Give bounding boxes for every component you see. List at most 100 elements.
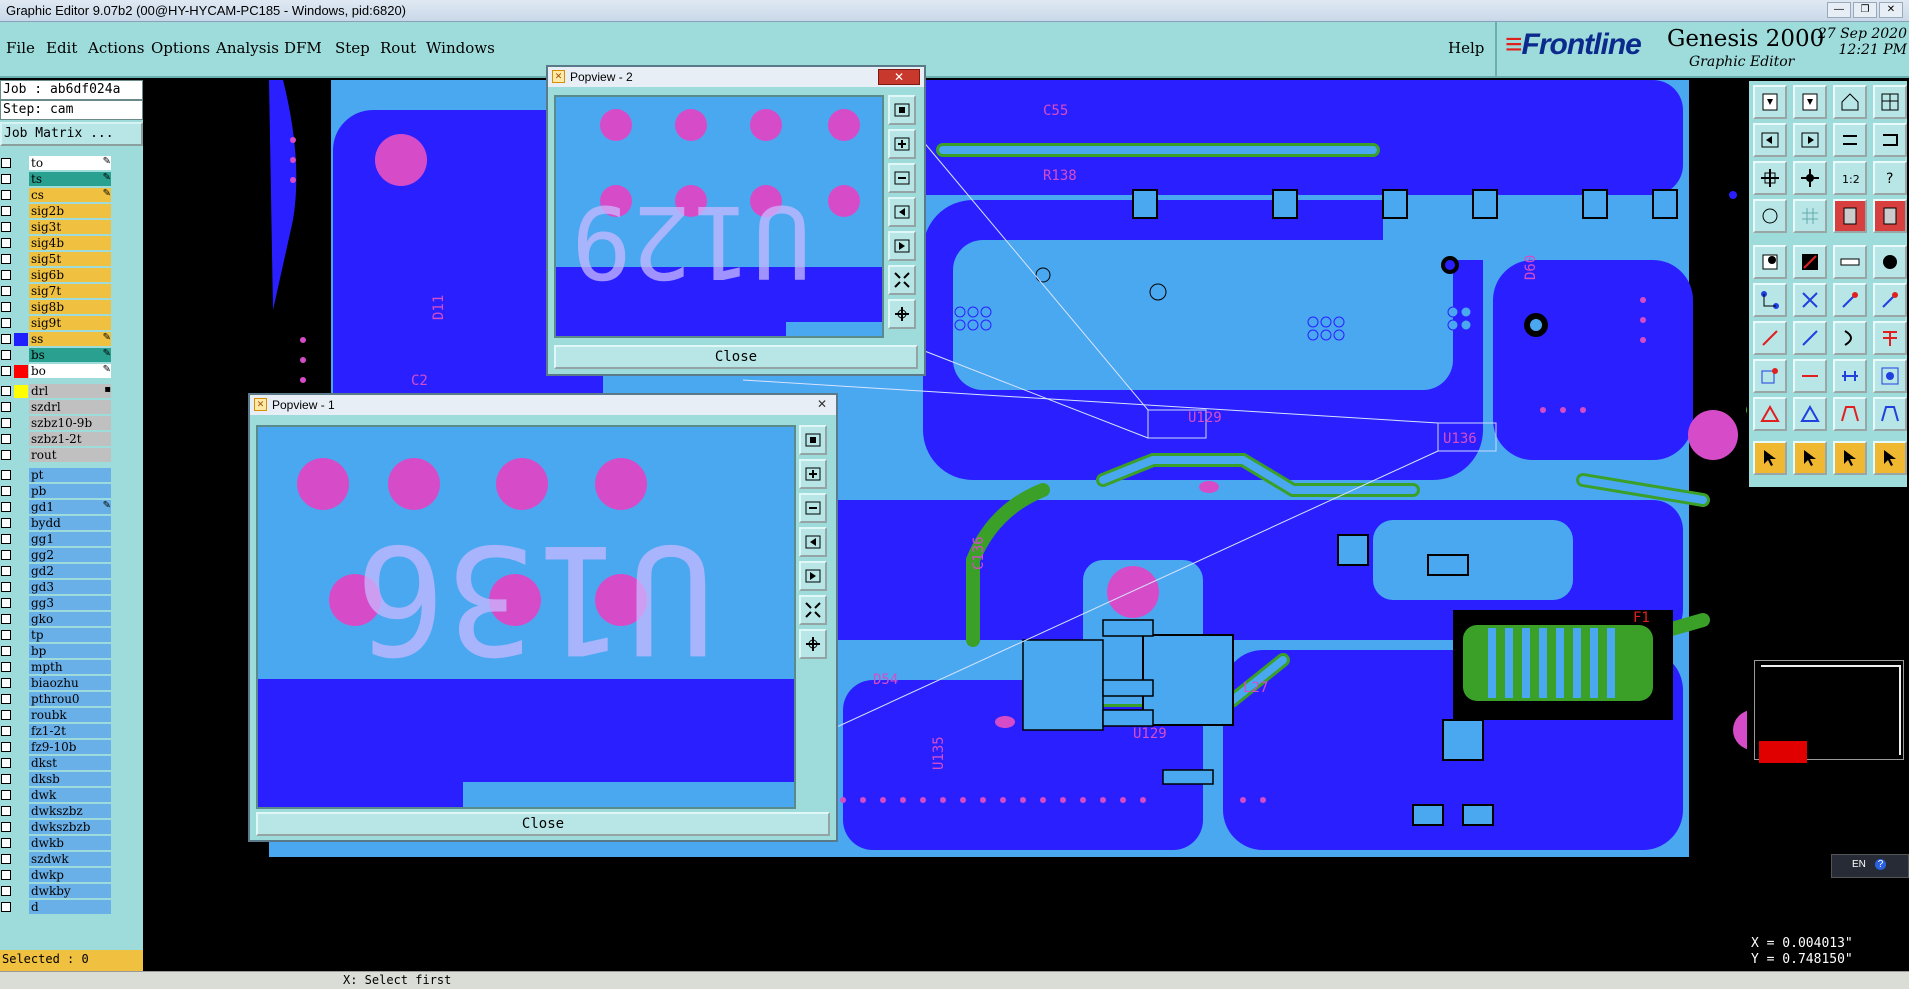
layer-color-swatch[interactable] [14,189,28,202]
menu-options[interactable]: Options [151,39,210,57]
layer-name[interactable]: ts [29,172,111,186]
layer-color-swatch[interactable] [14,517,28,530]
job-matrix-button[interactable]: Job Matrix ... [0,122,143,146]
minimize-button[interactable]: — [1827,2,1851,18]
overview-view-rect[interactable] [1759,741,1807,763]
layer-name[interactable]: gg2 [29,548,111,562]
menu-analysis[interactable]: Analysis [216,39,279,57]
layer-name[interactable]: roubk [29,708,111,722]
tool-select-2[interactable] [1793,441,1827,475]
tool-next-layer[interactable] [1793,123,1827,157]
layer-checkbox[interactable] [1,302,11,312]
layer-checkbox[interactable] [1,254,11,264]
layer-name[interactable]: dwkszbz [29,804,111,818]
layer-name[interactable]: dwk [29,788,111,802]
layer-row[interactable]: rout [0,448,113,463]
layer-row[interactable]: sig2b [0,204,113,219]
layer-checkbox[interactable] [1,450,11,460]
step-field[interactable]: Step: cam [0,100,143,120]
layer-name[interactable]: pb [29,484,111,498]
layer-row[interactable]: to ✎ [0,156,113,171]
layer-checkbox[interactable] [1,334,11,344]
layer-row[interactable]: dkst [0,756,113,771]
layer-row[interactable]: dwk [0,788,113,803]
pv2-tool-2[interactable] [888,129,916,159]
tool-select-3[interactable] [1833,441,1867,475]
pv1-tool-4[interactable] [799,527,827,557]
layer-checkbox[interactable] [1,822,11,832]
layer-row[interactable]: dwkb [0,836,113,851]
layer-name[interactable]: gd2 [29,564,111,578]
layer-checkbox[interactable] [1,870,11,880]
layer-color-swatch[interactable] [14,613,28,626]
pv1-tool-2[interactable] [799,459,827,489]
layer-color-swatch[interactable] [14,469,28,482]
layer-color-swatch[interactable] [14,581,28,594]
layer-row[interactable]: tp [0,628,113,643]
layer-name[interactable]: pthrou0 [29,692,111,706]
tool-circle[interactable] [1873,245,1907,279]
layer-checkbox[interactable] [1,598,11,608]
layer-checkbox[interactable] [1,566,11,576]
tool-save[interactable] [1793,85,1827,119]
layer-name[interactable]: szbz1-2t [29,432,111,446]
layer-color-swatch[interactable] [14,885,28,898]
layer-row[interactable]: mpth [0,660,113,675]
layer-name[interactable]: sig9t [29,316,111,330]
layer-checkbox[interactable] [1,318,11,328]
tool-slope[interactable] [1873,283,1907,317]
layer-name[interactable]: to [29,156,111,170]
tool-ruler[interactable] [1833,245,1867,279]
layer-row[interactable]: bp [0,644,113,659]
layer-row[interactable]: sig9t [0,316,113,331]
layer-color-swatch[interactable] [14,485,28,498]
layer-row[interactable]: ts ✎ [0,172,113,187]
pv2-tool-7[interactable] [888,299,916,329]
menu-windows[interactable]: Windows [426,39,495,57]
layer-checkbox[interactable] [1,190,11,200]
layer-checkbox[interactable] [1,726,11,736]
layer-row[interactable]: szdwk [0,852,113,867]
layer-row[interactable]: bo ✎ [0,364,113,379]
layer-row[interactable]: pb [0,484,113,499]
layer-checkbox[interactable] [1,806,11,816]
popview-2-view[interactable]: U129 [554,95,884,338]
pv2-tool-4[interactable] [888,197,916,227]
layer-row[interactable]: ss ✎ [0,332,113,347]
tool-bracket[interactable] [1833,359,1867,393]
layer-color-swatch[interactable] [14,301,28,314]
popview-1-close-button[interactable]: Close [256,812,830,836]
layer-name[interactable]: sig3t [29,220,111,234]
menu-actions[interactable]: Actions [88,39,144,57]
layer-color-swatch[interactable] [14,205,28,218]
layer-checkbox[interactable] [1,662,11,672]
tool-dash[interactable] [1793,359,1827,393]
layer-color-swatch[interactable] [14,661,28,674]
pv2-tool-6[interactable] [888,265,916,295]
menu-rout[interactable]: Rout [380,39,416,57]
layer-name[interactable]: ss [29,332,111,346]
layer-checkbox[interactable] [1,582,11,592]
tool-help[interactable]: ? [1873,161,1907,195]
layer-color-swatch[interactable] [14,869,28,882]
tool-trapezoid[interactable] [1833,397,1867,431]
window-close-button[interactable]: ✕ [1879,2,1903,18]
layer-name[interactable]: szbz10-9b [29,416,111,430]
layer-checkbox[interactable] [1,550,11,560]
layer-checkbox[interactable] [1,678,11,688]
layer-checkbox[interactable] [1,630,11,640]
layer-checkbox[interactable] [1,534,11,544]
layer-name[interactable]: pt [29,468,111,482]
tool-triangle[interactable] [1753,397,1787,431]
tool-arc[interactable] [1833,283,1867,317]
layer-name[interactable]: sig2b [29,204,111,218]
job-field[interactable]: Job : ab6df024a [0,80,143,100]
layer-row[interactable]: gko [0,612,113,627]
layer-row[interactable]: dwkp [0,868,113,883]
tool-draw-line-blue[interactable] [1793,321,1827,355]
tool-measure-b[interactable] [1873,199,1907,233]
layer-color-swatch[interactable] [14,565,28,578]
layer-row[interactable]: sig6b [0,268,113,283]
tool-zoom-fit[interactable] [1753,161,1787,195]
layer-row[interactable]: gg2 [0,548,113,563]
